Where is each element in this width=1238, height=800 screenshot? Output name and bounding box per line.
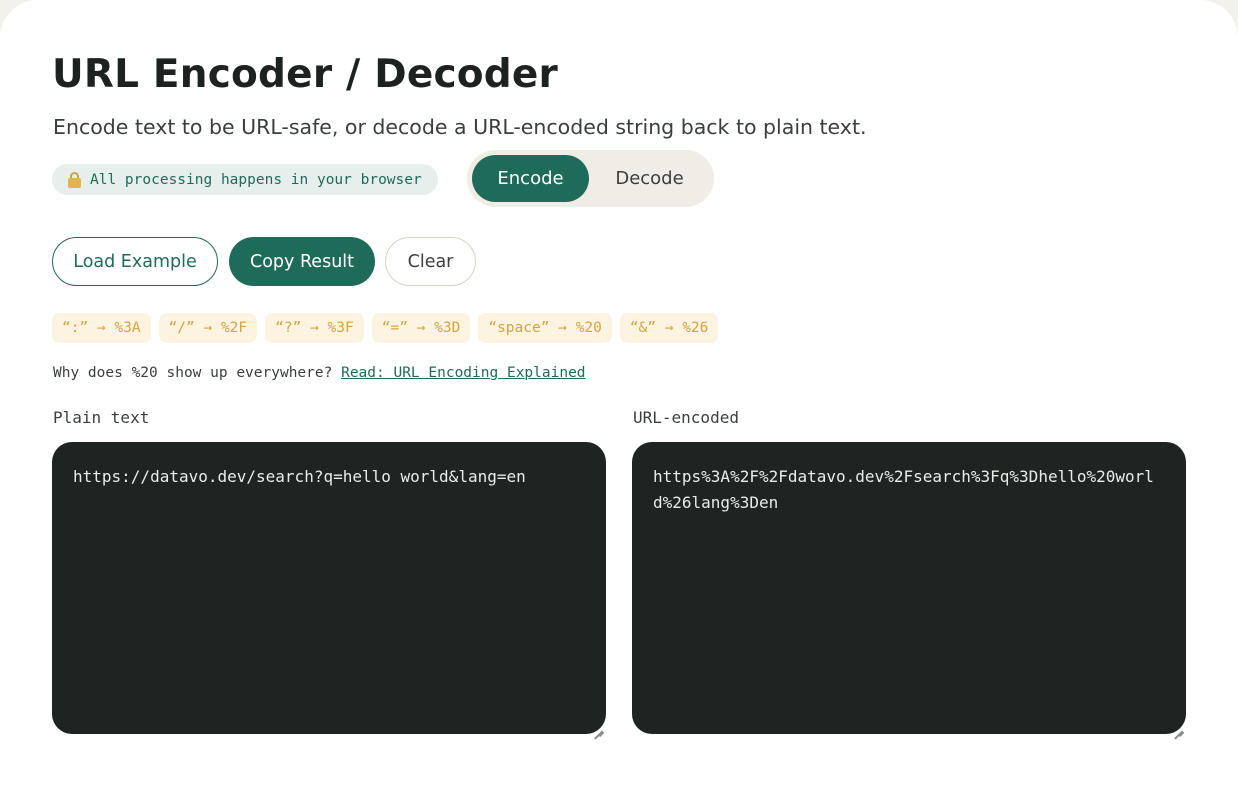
lock-icon bbox=[68, 171, 81, 188]
encoding-explained-link[interactable]: Read: URL Encoding Explained bbox=[341, 365, 585, 381]
decode-mode-button[interactable]: Decode bbox=[591, 155, 708, 202]
plain-text-input[interactable]: https://datavo.dev/search?q=hello world&… bbox=[52, 442, 606, 734]
url-encoded-value: https%3A%2F%2Fdatavo.dev%2Fsearch%3Fq%3D… bbox=[653, 467, 1154, 512]
privacy-badge: All processing happens in your browser bbox=[52, 164, 438, 195]
url-encoded-label: URL-encoded bbox=[633, 408, 739, 427]
privacy-badge-text: All processing happens in your browser bbox=[90, 171, 422, 188]
encode-mode-button[interactable]: Encode bbox=[472, 155, 589, 202]
copy-result-button[interactable]: Copy Result bbox=[229, 237, 375, 286]
main-card: URL Encoder / Decoder Encode text to be … bbox=[0, 0, 1238, 800]
reference-chip-ampersand: “&” → %26 bbox=[619, 313, 719, 343]
reference-chip-equals: “=” → %3D bbox=[371, 313, 471, 343]
reference-chip-colon: “:” → %3A bbox=[52, 313, 151, 343]
help-text: Why does %20 show up everywhere? Read: U… bbox=[53, 365, 586, 381]
mode-toggle: Encode Decode bbox=[467, 150, 714, 207]
reference-chip-question: “?” → %3F bbox=[265, 313, 364, 343]
reference-chip-slash: “/” → %2F bbox=[158, 313, 258, 343]
page-title: URL Encoder / Decoder bbox=[52, 52, 558, 97]
reference-chip-space: “space” → %20 bbox=[478, 313, 612, 343]
plain-text-value: https://datavo.dev/search?q=hello world&… bbox=[73, 467, 526, 486]
help-question: Why does %20 show up everywhere? bbox=[53, 365, 333, 381]
load-example-button[interactable]: Load Example bbox=[52, 237, 218, 286]
page-subtitle: Encode text to be URL-safe, or decode a … bbox=[53, 115, 867, 139]
url-encoded-output[interactable]: https%3A%2F%2Fdatavo.dev%2Fsearch%3Fq%3D… bbox=[632, 442, 1186, 734]
resize-handle-icon[interactable] bbox=[594, 722, 604, 732]
clear-button[interactable]: Clear bbox=[385, 237, 476, 286]
plain-text-label: Plain text bbox=[53, 408, 150, 427]
resize-handle-icon[interactable] bbox=[1174, 722, 1184, 732]
reference-chips: “:” → %3A “/” → %2F “?” → %3F “=” → %3D … bbox=[52, 313, 719, 343]
